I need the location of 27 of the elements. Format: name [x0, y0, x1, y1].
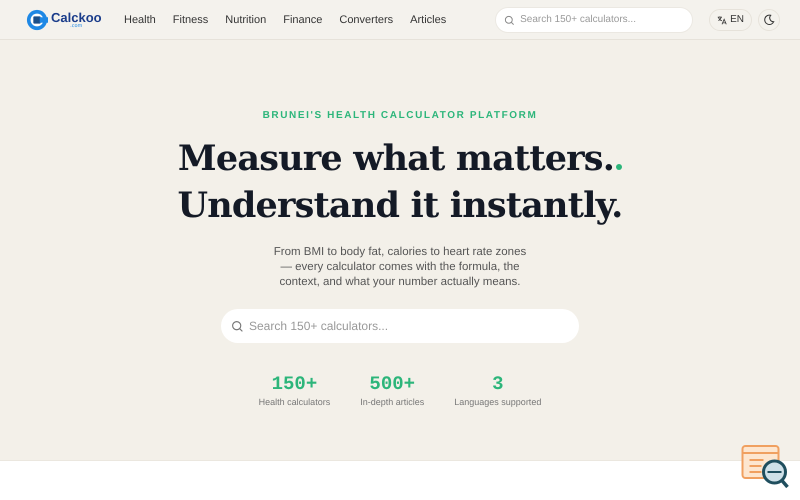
moon-icon	[763, 14, 775, 26]
search-field[interactable]: Search 150+ calculators...	[495, 6, 694, 32]
nav-link[interactable]: Nutrition	[225, 14, 266, 26]
stat-value: 150+	[272, 373, 318, 395]
logo-icon[interactable]	[26, 8, 48, 30]
nav-link[interactable]: Converters	[339, 14, 394, 26]
search-icon	[504, 14, 516, 26]
nav-link[interactable]: Finance	[283, 14, 322, 26]
brand-name[interactable]: Calckoo	[51, 10, 102, 24]
search-icon	[231, 320, 244, 333]
stat-label: In-depth articles	[360, 397, 424, 407]
eyebrow-text: BRUNEI'S HEALTH CALCULATOR PLATFORM	[262, 110, 538, 121]
intro-text: From BMI to body fat, calories to heart rate zones — every calculator comes with the formula, the context, and what your number actually means.	[272, 245, 528, 290]
stat-label: Health calculators	[258, 397, 330, 407]
headline: Measure what matters.	[178, 137, 614, 181]
nav-link[interactable]: Fitness	[172, 14, 208, 26]
stat-value: 3	[492, 373, 504, 395]
nav-link[interactable]: Articles	[410, 14, 446, 26]
theme-toggle[interactable]	[758, 8, 780, 30]
stat-label: Languages supported	[454, 397, 542, 407]
nav-link[interactable]: Health	[124, 14, 156, 26]
document-search-icon[interactable]	[741, 445, 790, 489]
language-button[interactable]: EN	[709, 8, 752, 30]
headline: Understand it instantly.	[178, 184, 622, 228]
search-field[interactable]: Search 150+ calculators...	[221, 309, 579, 343]
translate-icon	[717, 14, 728, 24]
stat-value: 500+	[369, 373, 416, 395]
